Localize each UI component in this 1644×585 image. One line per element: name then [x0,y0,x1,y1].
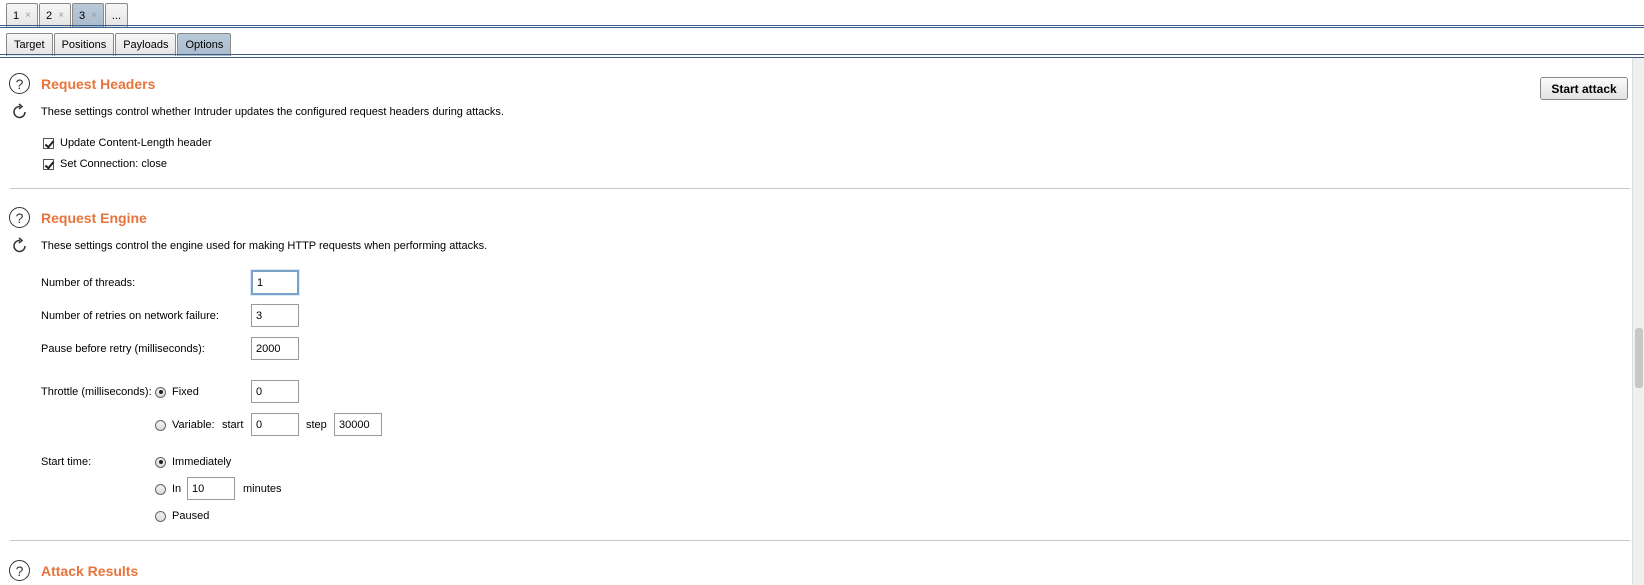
pause-label: Pause before retry (milliseconds): [41,343,205,355]
update-content-length-checkbox[interactable]: Update Content-Length header [43,137,212,149]
throttle-fixed-input[interactable]: 0 [251,380,299,403]
tab-label: ... [111,9,122,22]
repeater-tab-bar: 1 × 2 × 3 × ... [6,3,129,27]
tab-3[interactable]: 3 × [71,3,104,27]
checkbox-icon[interactable] [43,137,54,149]
start-in-minutes-input[interactable]: 10 [187,477,235,500]
throttle-label: Throttle (milliseconds): [41,386,152,398]
radio-icon[interactable] [155,386,166,398]
tab-1[interactable]: 1 × [6,3,38,27]
checkbox-label: Update Content-Length header [60,137,212,149]
help-icon[interactable]: ? [9,207,30,228]
start-paused-radio[interactable]: Paused [155,510,209,522]
help-icon[interactable]: ? [9,560,30,581]
threads-label: Number of threads: [41,277,136,289]
vertical-scrollbar[interactable] [1632,58,1644,585]
tab-more[interactable]: ... [104,3,129,27]
radio-label: Immediately [172,456,232,468]
tab-label: 3 [78,9,86,22]
tab-2[interactable]: 2 × [38,3,71,27]
retries-label: Number of retries on network failure: [41,310,219,322]
retries-input[interactable]: 3 [251,304,299,327]
help-icon[interactable]: ? [9,73,30,94]
pause-input[interactable]: 2000 [251,337,299,360]
close-icon[interactable]: × [91,10,97,21]
radio-icon[interactable] [155,483,166,495]
section-divider [10,540,1630,541]
start-in-radio[interactable]: In [155,483,181,495]
throttle-fixed-radio[interactable]: Fixed [155,386,199,398]
refresh-icon[interactable] [11,237,29,255]
close-icon[interactable]: × [25,10,31,21]
checkbox-label: Set Connection: close [60,158,168,170]
radio-label: Paused [172,510,210,522]
tab-target[interactable]: Target [6,33,53,56]
start-immediately-radio[interactable]: Immediately [155,456,231,468]
throttle-start-input[interactable]: 0 [251,413,299,436]
tab-label: 1 [13,9,20,22]
scrollbar-thumb[interactable] [1635,328,1643,388]
tab-bar-divider [0,25,1644,28]
subtab-divider [0,54,1644,58]
refresh-icon[interactable] [11,103,29,121]
tab-options[interactable]: Options [177,33,232,56]
throttle-step-label: step [306,419,327,431]
radio-icon[interactable] [155,419,166,431]
throttle-variable-radio[interactable]: Variable: [155,419,215,431]
section-divider [10,188,1630,189]
request-headers-title: Request Headers [41,76,156,92]
request-engine-title: Request Engine [41,210,147,226]
intruder-subtab-bar: Target Positions Payloads Options [6,33,232,56]
set-connection-close-checkbox[interactable]: Set Connection: close [43,158,167,170]
radio-label: Fixed [172,386,199,398]
request-headers-description: These settings control whether Intruder … [41,106,504,118]
tab-payloads[interactable]: Payloads [115,33,177,56]
attack-results-title: Attack Results [41,563,139,579]
minutes-label: minutes [243,483,282,495]
start-attack-button[interactable]: Start attack [1540,77,1628,100]
start-time-label: Start time: [41,456,92,468]
threads-input[interactable]: 1 [251,270,299,295]
throttle-start-label: start [222,419,244,431]
radio-label: Variable: [172,419,215,431]
tab-label: 2 [45,9,53,22]
tab-positions[interactable]: Positions [53,33,115,56]
close-icon[interactable]: × [58,10,64,21]
checkbox-icon[interactable] [43,158,54,170]
radio-icon[interactable] [155,456,166,468]
radio-label: In [172,483,182,495]
throttle-step-input[interactable]: 30000 [334,413,382,436]
radio-icon[interactable] [155,510,166,522]
request-engine-description: These settings control the engine used f… [41,240,488,252]
